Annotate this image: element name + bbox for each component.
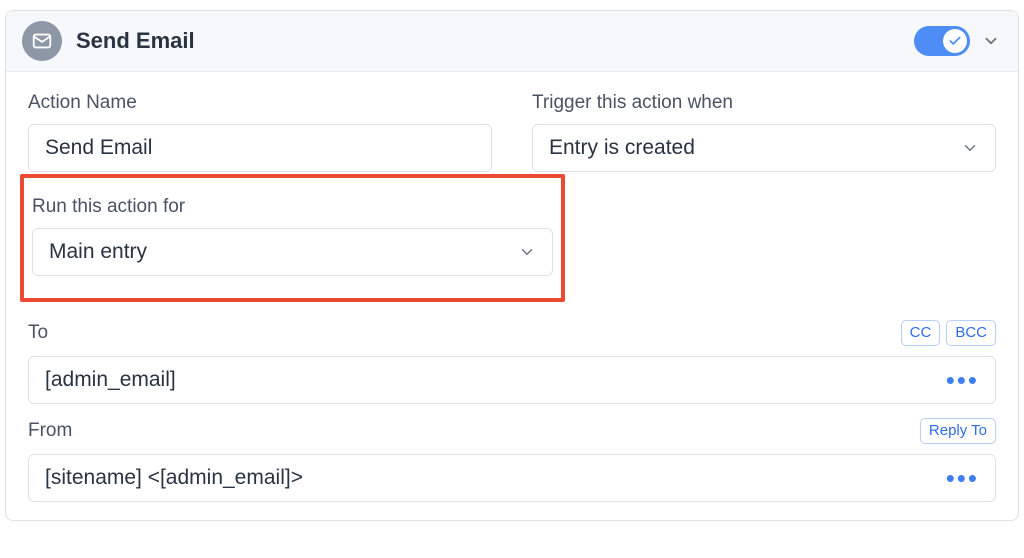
cc-button[interactable]: CC — [901, 320, 941, 346]
highlight-run-for: Run this action for Main entry — [20, 174, 565, 302]
label-to-row: To CC BCC — [28, 320, 996, 346]
more-options-icon[interactable]: ••• — [946, 473, 979, 483]
to-pill-group: CC BCC — [901, 320, 996, 346]
field-to: To CC BCC [admin_email] ••• — [28, 320, 996, 404]
panel-header: Send Email — [6, 11, 1018, 72]
panel-body: Action Name Send Email Trigger this acti… — [6, 72, 1018, 520]
label-run-for: Run this action for — [32, 196, 553, 218]
input-to-value: [admin_email] — [45, 368, 946, 392]
input-from[interactable]: [sitename] <[admin_email]> ••• — [28, 454, 996, 502]
chevron-down-icon — [518, 243, 536, 261]
action-panel: Send Email Action Name Send Email — [5, 10, 1019, 521]
label-from-row: From Reply To — [28, 418, 996, 444]
panel-title: Send Email — [76, 28, 914, 54]
reply-to-button[interactable]: Reply To — [920, 418, 996, 444]
bcc-button[interactable]: BCC — [946, 320, 996, 346]
label-from: From — [28, 420, 72, 442]
email-icon — [22, 21, 62, 61]
field-run-for: Run this action for Main entry — [32, 196, 553, 276]
field-action-name: Action Name Send Email — [28, 92, 492, 172]
input-action-name-value: Send Email — [45, 136, 475, 160]
header-controls — [914, 26, 1002, 56]
input-to[interactable]: [admin_email] ••• — [28, 356, 996, 404]
select-run-for[interactable]: Main entry — [32, 228, 553, 276]
chevron-down-icon — [961, 139, 979, 157]
toggle-knob — [943, 29, 967, 53]
label-trigger: Trigger this action when — [532, 92, 996, 114]
label-action-name: Action Name — [28, 92, 492, 114]
input-action-name[interactable]: Send Email — [28, 124, 492, 172]
more-options-icon[interactable]: ••• — [946, 375, 979, 385]
select-run-for-value: Main entry — [49, 240, 518, 264]
row-name-trigger: Action Name Send Email Trigger this acti… — [28, 92, 996, 172]
from-pill-group: Reply To — [920, 418, 996, 444]
field-trigger: Trigger this action when Entry is create… — [532, 92, 996, 172]
enable-toggle[interactable] — [914, 26, 970, 56]
input-from-value: [sitename] <[admin_email]> — [45, 466, 946, 490]
select-trigger-value: Entry is created — [549, 136, 961, 160]
label-to: To — [28, 322, 48, 344]
field-from: From Reply To [sitename] <[admin_email]>… — [28, 418, 996, 502]
collapse-toggle[interactable] — [980, 30, 1002, 52]
select-trigger[interactable]: Entry is created — [532, 124, 996, 172]
